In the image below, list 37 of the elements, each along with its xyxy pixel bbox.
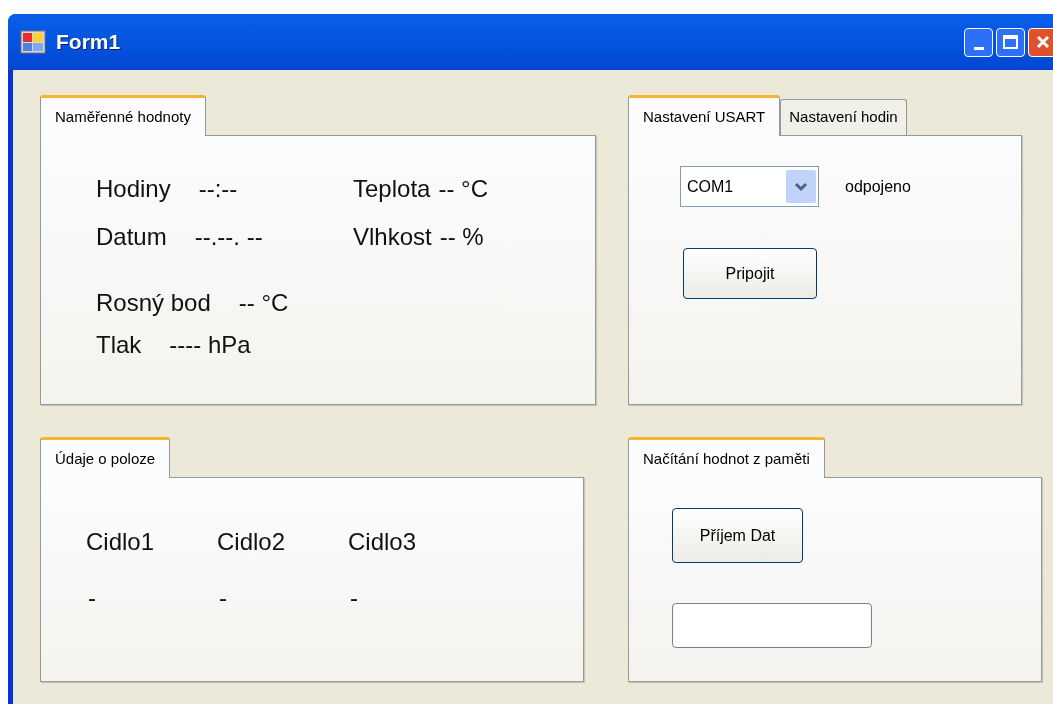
- reading-value: -- %: [439, 222, 484, 252]
- app-icon: [20, 30, 46, 54]
- reading-label: Teplota: [353, 174, 431, 204]
- connect-button[interactable]: Pripojit: [683, 248, 817, 299]
- reading-label: Hodiny: [96, 174, 171, 204]
- tab[interactable]: Naměřenné hodnoty: [40, 95, 206, 136]
- sensor-value: -: [219, 583, 228, 613]
- port-dropdown[interactable]: COM1: [680, 166, 819, 207]
- sensor-name: Cidlo1: [86, 527, 156, 557]
- tab[interactable]: Údaje o poloze: [40, 437, 171, 478]
- window-title: Form1: [56, 29, 121, 56]
- reading-label: Datum: [96, 222, 167, 252]
- close-icon: [1034, 34, 1051, 50]
- connection-status: odpojeno: [845, 176, 911, 197]
- minimize-icon: [973, 46, 984, 50]
- tab[interactable]: Načítání hodnot z paměti: [628, 437, 825, 478]
- receive-data-button[interactable]: Příjem Dat: [672, 508, 803, 563]
- close-button[interactable]: [1028, 27, 1053, 57]
- chevron-down-icon: [794, 181, 808, 192]
- reading-value: -- °C: [438, 174, 488, 204]
- tab[interactable]: Nastavení USART: [628, 95, 781, 136]
- reading-value: ---- hPa: [169, 330, 251, 360]
- output-field[interactable]: [672, 603, 872, 648]
- reading-value: --.--. --: [194, 222, 263, 252]
- reading-label: Vlhkost: [353, 222, 432, 252]
- sensor-name: Cidlo3: [348, 527, 418, 557]
- maximize-button[interactable]: [996, 27, 1025, 57]
- reading-value: -- °C: [238, 288, 289, 318]
- reading-label: Rosný bod: [96, 288, 211, 318]
- maximize-icon: [1003, 35, 1018, 49]
- sensor-name: Cidlo2: [217, 527, 287, 557]
- sensor-value: -: [88, 583, 97, 613]
- tab[interactable]: Nastavení hodin: [780, 99, 907, 135]
- minimize-button[interactable]: [964, 27, 993, 57]
- reading-label: Tlak: [96, 330, 142, 360]
- reading-value: --:--: [198, 174, 238, 204]
- sensor-value: -: [350, 583, 359, 613]
